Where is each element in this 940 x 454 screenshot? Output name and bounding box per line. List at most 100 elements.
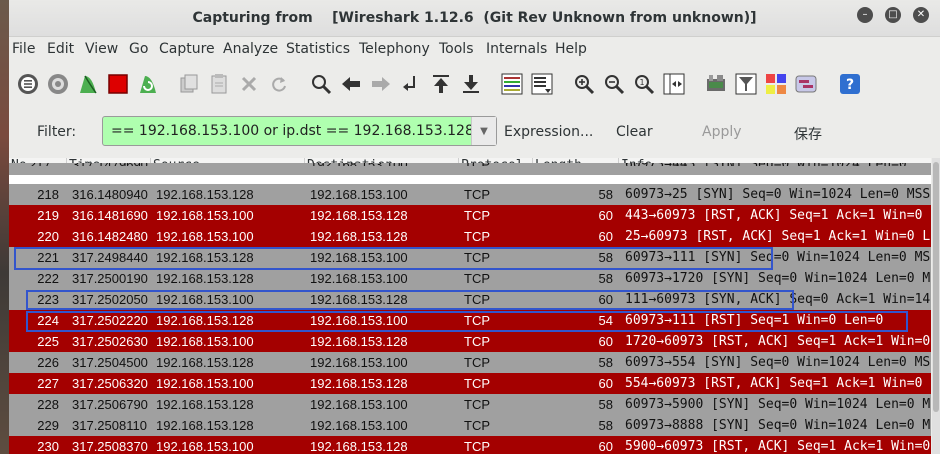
find-icon[interactable] — [309, 72, 333, 96]
table-row[interactable]: 226 317.2504500 192.168.153.128 192.168.153… — [9, 352, 931, 373]
back-icon[interactable] — [339, 72, 363, 96]
cell-destination: 192.168.153.128 — [310, 376, 408, 391]
filter-history-dropdown[interactable]: ▼ — [471, 117, 496, 145]
apply-button[interactable]: Apply — [702, 124, 742, 140]
cell-no: 219 — [37, 208, 59, 223]
reload-icon[interactable] — [267, 72, 291, 96]
capture-filters-icon[interactable] — [704, 72, 728, 96]
options-icon[interactable] — [46, 72, 70, 96]
cell-no: 220 — [37, 229, 59, 244]
close-button[interactable]: ✕ — [913, 7, 929, 23]
clear-button[interactable]: Clear — [616, 124, 653, 140]
resize-columns-icon[interactable] — [662, 72, 686, 96]
cell-source: 192.168.153.100 — [156, 208, 254, 223]
menu-tools[interactable]: Tools — [439, 41, 474, 57]
cell-info: 60973→5900 [SYN] Seq=0 Win=1024 Len=0 M — [625, 397, 931, 412]
cell-length: 58 — [598, 271, 613, 286]
first-packet-icon[interactable] — [429, 72, 453, 96]
table-row[interactable]: 219 316.1481690 192.168.153.100 192.168.153… — [9, 205, 931, 226]
cell-time: 317.2502630 — [72, 334, 148, 349]
table-row[interactable]: 220 316.1482480 192.168.153.100 192.168.153… — [9, 226, 931, 247]
menu-bar: File Edit View Go Capture Analyze Statis… — [9, 37, 940, 61]
highlight-box-223 — [26, 290, 794, 310]
menu-go[interactable]: Go — [129, 41, 148, 57]
chevron-down-icon: ▼ — [480, 125, 488, 137]
window-title: Capturing from [Wireshark 1.12.6 (Git Re… — [192, 10, 757, 26]
cell-length: 60 — [598, 334, 613, 349]
zoom-in-icon[interactable] — [572, 72, 596, 96]
table-row[interactable]: 217 317.1479690 192.168.153.100 TCP 6097… — [9, 163, 931, 175]
cell-protocol: TCP — [464, 229, 490, 244]
menu-edit[interactable]: Edit — [47, 41, 74, 57]
packet-list-scrollbar[interactable] — [932, 158, 940, 454]
cell-info: 25→60973 [RST, ACK] Seq=1 Ack=1 Win=0 L — [625, 229, 931, 244]
help-icon[interactable]: ? — [838, 72, 862, 96]
cell-destination: 192.168.153.100 — [310, 163, 408, 166]
display-filter-value[interactable]: == 192.168.153.100 or ip.dst == 192.168.… — [111, 123, 474, 139]
cell-no: 230 — [37, 439, 59, 454]
cell-no: 228 — [37, 397, 59, 412]
cell-time: 317.2504500 — [72, 355, 148, 370]
coloring-rules-icon[interactable] — [764, 72, 788, 96]
cell-source: 192.168.153.128 — [156, 418, 254, 433]
open-file-icon[interactable] — [177, 72, 201, 96]
cell-no: 227 — [37, 376, 59, 391]
cell-destination: 192.168.153.128 — [310, 229, 408, 244]
display-filters-icon[interactable] — [734, 72, 758, 96]
table-row[interactable]: 222 317.2500190 192.168.153.128 192.168.153… — [9, 268, 931, 289]
cell-info: 60973→1720 [SYN] Seq=0 Win=1024 Len=0 M — [625, 271, 931, 286]
wireshark-window: Capturing from [Wireshark 1.12.6 (Git Re… — [9, 0, 940, 454]
title-bar[interactable]: Capturing from [Wireshark 1.12.6 (Git Re… — [9, 0, 940, 37]
minimize-button[interactable]: – — [857, 7, 873, 23]
autoscroll-icon[interactable] — [530, 72, 554, 96]
cell-time: 317.2500190 — [72, 271, 148, 286]
packet-list[interactable]: No. Time Source Destination Protocol Len… — [9, 158, 931, 454]
menu-view[interactable]: View — [85, 41, 118, 57]
start-capture-icon[interactable] — [76, 72, 100, 96]
expression-button[interactable]: Expression... — [504, 124, 593, 140]
cell-protocol: TCP — [464, 163, 490, 166]
menu-analyze[interactable]: Analyze — [223, 41, 278, 57]
cell-protocol: TCP — [464, 376, 490, 391]
cell-destination: 192.168.153.100 — [310, 355, 408, 370]
cell-info: 60973→8888 [SYN] Seq=0 Win=1024 Len=0 M — [625, 418, 931, 433]
menu-capture[interactable]: Capture — [159, 41, 215, 57]
cell-source: 192.168.153.128 — [156, 355, 254, 370]
menu-telephony[interactable]: Telephony — [359, 41, 430, 57]
table-row[interactable]: 230 317.2508370 192.168.153.100 192.168.153… — [9, 436, 931, 454]
cell-source: 192.168.153.128 — [156, 397, 254, 412]
table-row[interactable]: 218 316.1480940 192.168.153.128 192.168.153… — [9, 184, 931, 205]
menu-statistics[interactable]: Statistics — [286, 41, 350, 57]
cell-length: 60 — [598, 229, 613, 244]
display-filter-field[interactable]: == 192.168.153.100 or ip.dst == 192.168.… — [102, 116, 497, 146]
maximize-button[interactable]: □ — [885, 7, 901, 23]
table-row[interactable]: 225 317.2502630 192.168.153.100 192.168.153… — [9, 331, 931, 352]
normal-size-icon[interactable]: 1 — [632, 72, 656, 96]
cell-info: 60973→554 [SYN] Seq=0 Win=1024 Len=0 MS — [625, 355, 931, 370]
cell-no: 218 — [37, 187, 59, 202]
menu-internals[interactable]: Internals — [486, 41, 547, 57]
interfaces-icon[interactable] — [16, 72, 40, 96]
save-filter-button[interactable]: 保存 — [794, 124, 822, 144]
goto-packet-icon[interactable] — [399, 72, 423, 96]
cell-no: 229 — [37, 418, 59, 433]
save-file-icon[interactable] — [207, 72, 231, 96]
stop-capture-icon[interactable] — [106, 72, 130, 96]
table-row[interactable]: 227 317.2506320 192.168.153.100 192.168.153… — [9, 373, 931, 394]
forward-icon[interactable] — [369, 72, 393, 96]
last-packet-icon[interactable] — [459, 72, 483, 96]
cell-time: 317.2508370 — [72, 439, 148, 454]
cell-destination: 192.168.153.100 — [310, 418, 408, 433]
close-file-icon[interactable] — [237, 72, 261, 96]
table-row[interactable]: 229 317.2508110 192.168.153.128 192.168.153… — [9, 415, 931, 436]
cell-no: 226 — [37, 355, 59, 370]
scrollbar-thumb[interactable] — [933, 162, 939, 412]
restart-capture-icon[interactable] — [136, 72, 160, 96]
table-row[interactable]: 228 317.2506790 192.168.153.128 192.168.153… — [9, 394, 931, 415]
zoom-out-icon[interactable] — [602, 72, 626, 96]
cell-info: 443→60973 [RST, ACK] Seq=1 Ack=1 Win=0 — [625, 208, 923, 223]
colorize-icon[interactable] — [500, 72, 524, 96]
menu-file[interactable]: File — [12, 41, 35, 57]
preferences-icon[interactable] — [794, 72, 818, 96]
menu-help[interactable]: Help — [555, 41, 587, 57]
